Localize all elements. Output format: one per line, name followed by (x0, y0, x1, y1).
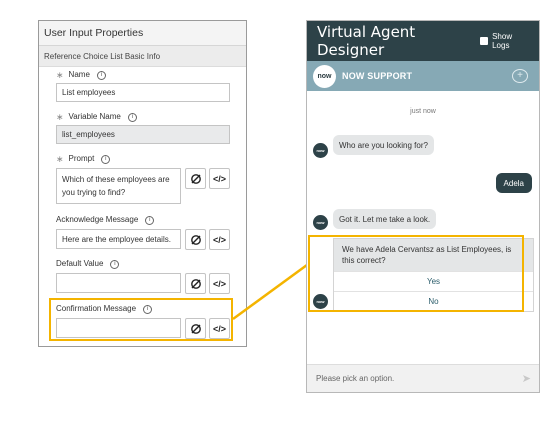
info-icon[interactable]: i (96, 70, 106, 80)
chat-header-title: Virtual Agent Designer (317, 23, 416, 59)
chat-input-bar[interactable]: Please pick an option. ➤ (307, 364, 539, 392)
user-message: Adela (495, 173, 532, 193)
default-value-field-label: Default Value i (56, 258, 120, 270)
script-button[interactable] (185, 273, 206, 294)
code-button[interactable]: </> (209, 229, 230, 250)
confirmation-highlight (49, 298, 233, 341)
code-button[interactable]: </> (209, 273, 230, 294)
info-icon[interactable]: i (101, 154, 111, 164)
timestamp: just now (410, 108, 436, 115)
required-marker: ∗ (56, 112, 64, 122)
new-chat-icon[interactable]: + (512, 69, 528, 83)
show-logs-toggle[interactable]: Show Logs (480, 32, 530, 50)
name-input[interactable]: List employees (56, 83, 230, 102)
bot-message: Who are you looking for? (333, 135, 434, 155)
bot-avatar: now (313, 143, 328, 158)
bot-avatar: now (313, 215, 328, 230)
info-icon[interactable]: i (145, 215, 155, 225)
chat-highlight (308, 235, 524, 312)
script-pill-icon (190, 234, 201, 245)
chat-input-placeholder: Please pick an option. (316, 374, 395, 383)
panel-subtitle: Reference Choice List Basic Info (39, 46, 246, 67)
brand-bar: now NOW SUPPORT + (307, 61, 539, 91)
prompt-input[interactable]: Which of these employees are you trying … (56, 168, 181, 204)
required-marker: ∗ (56, 70, 64, 80)
virtual-agent-chat-window: Virtual Agent Designer Show Logs now NOW… (306, 20, 540, 393)
script-button[interactable] (185, 229, 206, 250)
send-icon[interactable]: ➤ (522, 372, 531, 385)
panel-title: User Input Properties (39, 21, 246, 46)
code-button[interactable]: </> (209, 168, 230, 189)
name-field-label: ∗ Name i (56, 69, 106, 81)
prompt-field-label: ∗ Prompt i (56, 153, 111, 165)
acknowledge-input[interactable]: Here are the employee details. (56, 229, 181, 249)
acknowledge-field-label: Acknowledge Message i (56, 214, 155, 226)
required-marker: ∗ (56, 154, 64, 164)
bot-message: Got it. Let me take a look. (333, 209, 437, 229)
checkbox-icon[interactable] (480, 37, 489, 45)
now-logo-icon: now (313, 64, 336, 88)
info-icon[interactable]: i (110, 259, 120, 269)
show-logs-label: Show Logs (492, 32, 513, 50)
brand-name: NOW SUPPORT (342, 71, 413, 81)
script-pill-icon (190, 278, 201, 289)
chat-header: Virtual Agent Designer Show Logs (307, 21, 539, 61)
variable-name-field-label: ∗ Variable Name i (56, 111, 137, 123)
info-icon[interactable]: i (127, 112, 137, 122)
script-pill-icon (190, 173, 201, 184)
default-value-input[interactable] (56, 273, 181, 293)
script-button[interactable] (185, 168, 206, 189)
variable-name-input: list_employees (56, 125, 230, 144)
